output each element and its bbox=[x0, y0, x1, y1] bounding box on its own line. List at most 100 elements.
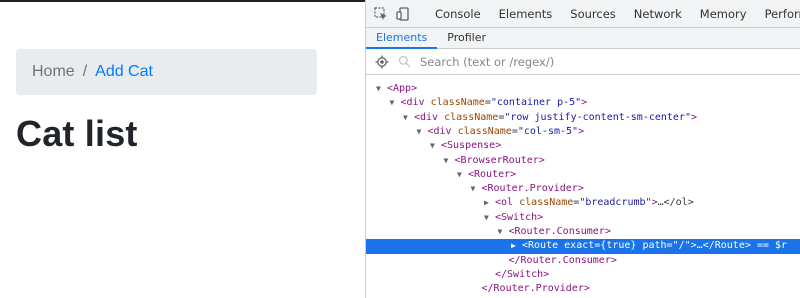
tree-node[interactable]: ▼ <Router> bbox=[366, 168, 516, 182]
tree-node-content: ▼ <div className="container p-5"> bbox=[390, 97, 588, 108]
tree-node[interactable]: ▼ <div className="container p-5"> bbox=[366, 96, 588, 110]
tree-node-content: ▶ <Route exact={true} path="/">…</Route> … bbox=[511, 240, 787, 251]
subtab-profiler[interactable]: Profiler bbox=[437, 28, 496, 48]
tree-node-content: ▶ <ol className="breadcrumb">…</ol> bbox=[484, 197, 694, 208]
tree-node[interactable]: ▼ <Router.Consumer> bbox=[366, 225, 611, 239]
tab-sources[interactable]: Sources bbox=[561, 0, 625, 28]
tag-name: <Route bbox=[522, 240, 559, 252]
collapsed-content: …</Route> == $r bbox=[696, 240, 787, 252]
tree-node[interactable]: </Router.Consumer> bbox=[366, 254, 617, 268]
tag-end: > bbox=[510, 168, 517, 180]
tag-name: <div bbox=[427, 125, 452, 137]
attribute-name: exact bbox=[564, 240, 595, 252]
expand-toggle-icon: ▼ bbox=[443, 155, 449, 165]
tree-node-content: ▼ <Router.Provider> bbox=[471, 183, 584, 194]
tree-node-content: ▼ <Switch> bbox=[484, 212, 543, 223]
tree-node-content: ▼ <Router.Consumer> bbox=[498, 226, 611, 237]
expand-toggle-icon: ▼ bbox=[376, 84, 381, 93]
tab-performance[interactable]: Performance bbox=[756, 0, 800, 28]
search-icon bbox=[396, 54, 412, 70]
attribute-value: "row justify-content-sm-center" bbox=[504, 111, 691, 123]
tree-node[interactable]: ▼ <div className="col-sm-5"> bbox=[366, 125, 585, 139]
react-devtools-subtabs: Elements Profiler bbox=[366, 28, 800, 49]
closing-tag: </Router.Provider> bbox=[481, 283, 590, 295]
expand-toggle-icon: ▼ bbox=[470, 184, 476, 194]
tag-end: > bbox=[538, 154, 545, 166]
tree-node[interactable]: ▼ <div className="row justify-content-sm-… bbox=[366, 111, 697, 125]
app-page: Home / Add Cat Cat list bbox=[0, 0, 365, 298]
attribute-name: className bbox=[430, 97, 485, 109]
breadcrumb-home[interactable]: Home bbox=[32, 63, 75, 81]
tree-node-content: ▼ <Suspense> bbox=[430, 140, 501, 151]
tree-node[interactable]: </Router.Provider> bbox=[366, 282, 590, 296]
tag-end: > bbox=[411, 83, 418, 94]
tag-end: > bbox=[581, 97, 588, 109]
tree-node[interactable]: ▼ <Suspense> bbox=[366, 139, 501, 153]
tree-node[interactable]: ▼ <Router.Provider> bbox=[366, 182, 584, 196]
expand-toggle-icon: ▼ bbox=[430, 141, 435, 151]
tree-node-content: </Router.Provider> bbox=[471, 283, 590, 294]
tag-name: <div bbox=[414, 111, 439, 123]
page-title: Cat list bbox=[16, 113, 138, 154]
tag-name: <App bbox=[387, 83, 412, 94]
collapse-toggle-icon: ▶ bbox=[484, 198, 489, 208]
tree-node-content: </Switch> bbox=[484, 269, 549, 280]
attribute-value: "breadcrumb" bbox=[579, 197, 652, 209]
tag-end: > bbox=[577, 183, 584, 195]
expand-toggle-icon: ▼ bbox=[403, 112, 408, 122]
component-search-bar: Search (text or /regex/) bbox=[366, 49, 800, 75]
tree-node[interactable]: </Switch> bbox=[366, 268, 549, 282]
device-toolbar-icon[interactable] bbox=[396, 6, 410, 22]
tree-node[interactable]: ▼ <App> bbox=[366, 82, 417, 96]
tab-elements[interactable]: Elements bbox=[490, 0, 562, 28]
breadcrumb-separator: / bbox=[82, 63, 88, 80]
select-component-icon[interactable] bbox=[374, 54, 390, 70]
tag-name: <div bbox=[400, 97, 425, 109]
tag-end: > bbox=[578, 125, 585, 137]
tree-node[interactable]: ▼ <Switch> bbox=[366, 211, 543, 225]
expand-toggle-icon: ▼ bbox=[389, 98, 395, 108]
tree-node-content: </Router.Consumer> bbox=[498, 255, 617, 266]
expand-toggle-icon: ▼ bbox=[497, 227, 503, 236]
attribute-value: "col-sm-5" bbox=[517, 125, 579, 137]
search-input[interactable]: Search (text or /regex/) bbox=[420, 55, 554, 69]
tab-console[interactable]: Console bbox=[426, 0, 490, 28]
tag-end: > bbox=[495, 140, 502, 152]
tree-node-content: ▼ <div className="col-sm-5"> bbox=[417, 126, 585, 137]
tag-name: <Router.Provider bbox=[481, 183, 578, 195]
tag-name: <Switch bbox=[495, 211, 538, 223]
subtab-elements[interactable]: Elements bbox=[366, 28, 438, 49]
tree-node[interactable]: ▼ <BrowserRouter> bbox=[366, 154, 545, 168]
collapse-toggle-icon: ▶ bbox=[511, 241, 516, 251]
tree-node-content: ▼ <Router> bbox=[457, 169, 516, 180]
attribute-name: className bbox=[519, 197, 574, 209]
tag-end: > bbox=[690, 111, 698, 123]
breadcrumb-add-cat-link[interactable]: Add Cat bbox=[95, 63, 153, 81]
inspect-element-icon[interactable] bbox=[374, 6, 388, 22]
window-top-edge bbox=[0, 0, 365, 2]
expand-toggle-icon: ▼ bbox=[484, 212, 489, 222]
tab-network[interactable]: Network bbox=[625, 0, 691, 28]
tree-node[interactable]: ▶ <ol className="breadcrumb">…</ol> bbox=[366, 196, 694, 210]
attribute-name: className bbox=[457, 125, 512, 137]
devtools-panel: Console Elements Sources Network Memory … bbox=[365, 0, 800, 298]
breadcrumb: Home / Add Cat bbox=[16, 49, 317, 95]
attribute-name: className bbox=[444, 111, 499, 123]
tag-end: > bbox=[604, 226, 611, 237]
closing-tag: </Router.Consumer> bbox=[508, 254, 617, 266]
closing-tag: </Switch> bbox=[495, 268, 550, 280]
attribute-value: "container p-5" bbox=[490, 97, 582, 109]
tree-node-content: ▼ <App> bbox=[376, 83, 417, 94]
attribute-name: path bbox=[642, 240, 667, 252]
devtools-toolbar: Console Elements Sources Network Memory … bbox=[366, 0, 800, 28]
tree-node-content: ▼ <div className="row justify-content-sm-… bbox=[403, 112, 697, 123]
tag-name: <BrowserRouter bbox=[454, 154, 539, 166]
tab-memory[interactable]: Memory bbox=[691, 0, 756, 28]
tag-name: <Suspense bbox=[441, 140, 496, 152]
tag-end: > bbox=[537, 211, 544, 223]
tag-name: <Router bbox=[468, 168, 511, 180]
tree-node-selected[interactable]: ▶ <Route exact={true} path="/">…</Route> … bbox=[366, 239, 800, 254]
expand-toggle-icon: ▼ bbox=[416, 126, 422, 136]
attribute-value: {true} bbox=[600, 240, 637, 252]
expand-toggle-icon: ▼ bbox=[457, 169, 462, 179]
